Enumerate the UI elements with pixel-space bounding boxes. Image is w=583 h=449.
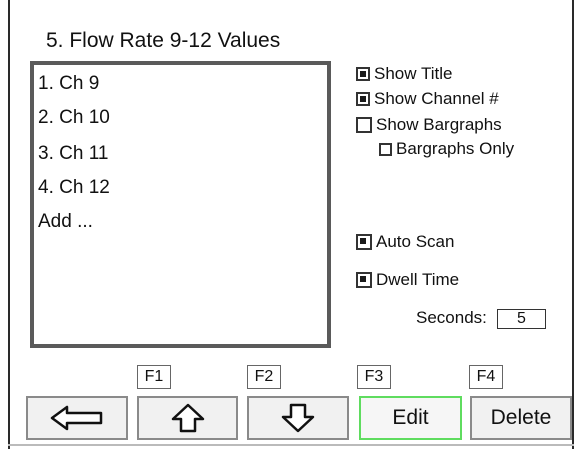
up-arrow-icon bbox=[171, 403, 204, 433]
move-down-button[interactable] bbox=[247, 396, 349, 440]
list-item[interactable]: 1. Ch 9 bbox=[38, 73, 99, 95]
show-channel-checkbox[interactable] bbox=[356, 92, 370, 106]
list-item[interactable]: 4. Ch 12 bbox=[38, 177, 110, 199]
f2-key-label: F2 bbox=[247, 365, 281, 389]
bargraphs-only-label: Bargraphs Only bbox=[396, 139, 515, 158]
seconds-input[interactable]: 5 bbox=[497, 309, 546, 329]
show-title-label: Show Title bbox=[374, 64, 453, 83]
dwell-time-label: Dwell Time bbox=[376, 270, 460, 289]
add-item[interactable]: Add ... bbox=[38, 211, 93, 233]
show-bargraphs-checkbox[interactable] bbox=[356, 117, 372, 133]
auto-scan-checkbox[interactable] bbox=[356, 234, 372, 250]
show-title-option[interactable]: Show Title bbox=[356, 64, 452, 84]
delete-button[interactable]: Delete bbox=[470, 396, 572, 440]
channel-listbox[interactable]: 1. Ch 9 2. Ch 10 3. Ch 11 4. Ch 12 Add .… bbox=[30, 61, 331, 348]
page-title: 5. Flow Rate 9-12 Values bbox=[46, 29, 281, 52]
show-bargraphs-option[interactable]: Show Bargraphs bbox=[356, 115, 502, 135]
seconds-label: Seconds: bbox=[416, 308, 487, 327]
list-item[interactable]: 2. Ch 10 bbox=[38, 107, 110, 129]
f3-key-label: F3 bbox=[357, 365, 391, 389]
down-arrow-icon bbox=[281, 403, 315, 433]
edit-button[interactable]: Edit bbox=[359, 396, 462, 440]
back-button[interactable] bbox=[26, 396, 128, 440]
f1-key-label: F1 bbox=[137, 365, 171, 389]
bottom-divider bbox=[8, 444, 574, 446]
auto-scan-option[interactable]: Auto Scan bbox=[356, 232, 454, 252]
auto-scan-label: Auto Scan bbox=[376, 232, 455, 251]
bargraphs-only-checkbox[interactable] bbox=[379, 142, 392, 156]
list-item[interactable]: 3. Ch 11 bbox=[38, 143, 108, 165]
left-arrow-icon bbox=[50, 405, 103, 431]
show-channel-label: Show Channel # bbox=[374, 89, 499, 108]
move-up-button[interactable] bbox=[137, 396, 238, 440]
dwell-time-checkbox[interactable] bbox=[356, 272, 372, 288]
show-bargraphs-label: Show Bargraphs bbox=[376, 115, 502, 134]
show-title-checkbox[interactable] bbox=[356, 67, 370, 81]
dwell-time-option[interactable]: Dwell Time bbox=[356, 270, 459, 290]
show-channel-option[interactable]: Show Channel # bbox=[356, 89, 499, 109]
f4-key-label: F4 bbox=[469, 365, 503, 389]
bargraphs-only-option[interactable]: Bargraphs Only bbox=[379, 139, 514, 159]
